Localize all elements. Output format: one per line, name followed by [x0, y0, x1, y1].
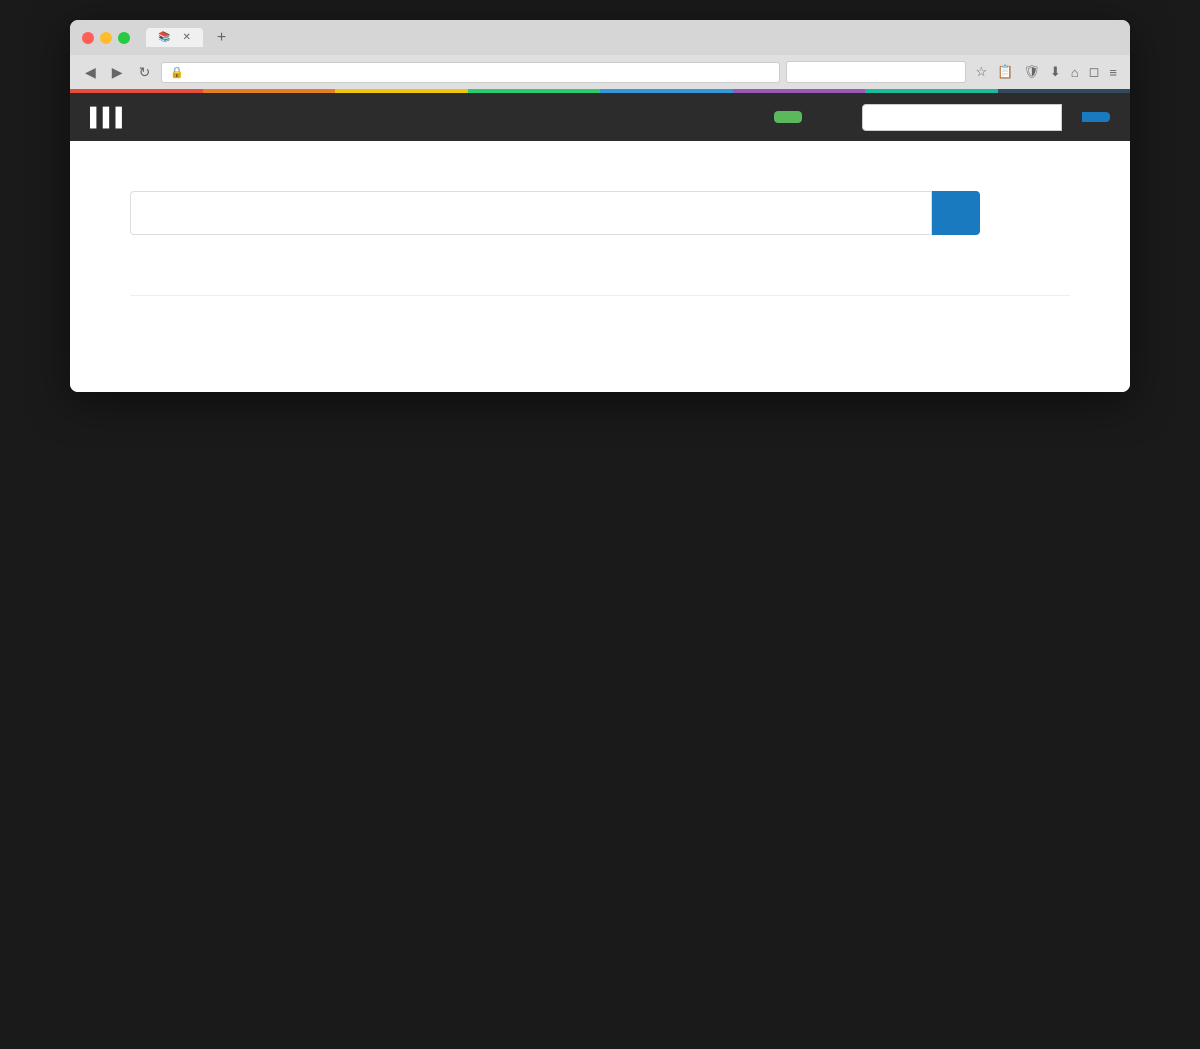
- shield-icon[interactable]: 🛡: [1020, 62, 1043, 82]
- toolbar-icons: ☆ 📋 🛡 ⬇ ⌂ ◻ ≡: [972, 62, 1120, 82]
- site-navbar: ▌▌▌: [70, 93, 1130, 141]
- main-content: [70, 141, 1130, 392]
- nav-search-button[interactable]: [1082, 112, 1110, 122]
- active-tab[interactable]: 📚 ✕: [146, 28, 203, 47]
- section-divider: [130, 295, 1070, 296]
- back-button[interactable]: ◀: [80, 62, 101, 83]
- browser-toolbar: ◀ ▶ ↻ 🔒 ☆ 📋 🛡 ⬇ ⌂ ◻ ≡: [70, 55, 1130, 89]
- tab-favicon: 📚: [158, 32, 170, 43]
- site-logo[interactable]: ▌▌▌: [90, 107, 134, 128]
- share-icon[interactable]: ◻: [1086, 62, 1103, 82]
- hero-search-input[interactable]: [130, 191, 932, 235]
- logo-icon: ▌▌▌: [90, 107, 128, 128]
- forward-button[interactable]: ▶: [107, 62, 128, 83]
- address-bar[interactable]: 🔒: [161, 62, 780, 83]
- login-button[interactable]: [774, 111, 802, 123]
- new-tab-button[interactable]: +: [211, 29, 232, 47]
- nav-search-input[interactable]: [862, 104, 1062, 131]
- lock-icon: 🔒: [170, 66, 184, 79]
- tab-close-icon[interactable]: ✕: [182, 32, 190, 43]
- traffic-lights: [82, 32, 130, 44]
- minimize-button[interactable]: [100, 32, 112, 44]
- home-icon[interactable]: ⌂: [1068, 63, 1082, 82]
- bookmark-icon[interactable]: ☆: [972, 62, 990, 82]
- close-button[interactable]: [82, 32, 94, 44]
- refresh-button[interactable]: ↻: [134, 62, 156, 83]
- hero-search-button[interactable]: [932, 191, 980, 235]
- reading-list-icon[interactable]: 📋: [994, 62, 1016, 82]
- menu-icon[interactable]: ≡: [1106, 63, 1120, 82]
- hero-search-form: [130, 191, 980, 235]
- browser-search-input[interactable]: [786, 61, 966, 83]
- browser-titlebar: 📚 ✕ +: [70, 20, 1130, 55]
- rainbow-bar: [70, 89, 1130, 93]
- maximize-button[interactable]: [118, 32, 130, 44]
- download-icon[interactable]: ⬇: [1047, 62, 1064, 82]
